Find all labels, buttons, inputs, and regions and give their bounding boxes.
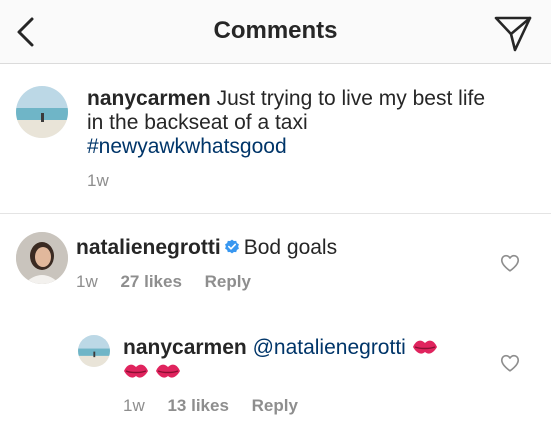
caption-text: nanycarmen Just trying to live my best l… xyxy=(87,87,487,159)
comment-body: Bod goals xyxy=(243,236,338,259)
verified-badge-icon xyxy=(224,239,239,254)
avatar[interactable] xyxy=(16,232,68,284)
comment-timestamp: 1w xyxy=(123,396,145,415)
heart-icon[interactable] xyxy=(499,252,521,274)
beach-avatar-image xyxy=(16,86,68,138)
comment-text: nanycarmen @natalienegrotti xyxy=(123,336,463,384)
portrait-avatar-image xyxy=(16,232,68,284)
comment-item: natalienegrotti Bod goals 1w 27 likes Re… xyxy=(0,216,551,306)
comment-username[interactable]: nanycarmen xyxy=(123,336,247,359)
heart-icon[interactable] xyxy=(499,352,521,374)
caption-timestamp: 1w xyxy=(87,171,109,190)
avatar[interactable] xyxy=(16,86,68,138)
caption-username[interactable]: nanycarmen xyxy=(87,87,211,110)
comment-meta: 1w 13 likes Reply xyxy=(123,396,316,416)
comment-username[interactable]: natalienegrotti xyxy=(76,236,221,259)
comment-meta: 1w 27 likes Reply xyxy=(76,272,269,292)
reply-button[interactable]: Reply xyxy=(252,396,298,415)
page-title: Comments xyxy=(213,17,338,44)
reply-button[interactable]: Reply xyxy=(205,272,251,291)
kiss-mark-icon xyxy=(412,340,437,354)
hashtag-link[interactable]: #newyawkwhatsgood xyxy=(87,135,287,158)
send-icon xyxy=(494,16,532,52)
kiss-mark-icon xyxy=(156,364,180,378)
reply-item: nanycarmen @natalienegrotti 1w 13 likes … xyxy=(0,322,551,432)
share-button[interactable] xyxy=(493,13,533,53)
likes-count[interactable]: 13 likes xyxy=(167,396,228,415)
avatar[interactable] xyxy=(78,335,110,367)
kiss-mark-icon xyxy=(124,364,148,378)
post-caption: nanycarmen Just trying to live my best l… xyxy=(0,64,551,214)
comment-text: natalienegrotti Bod goals xyxy=(76,236,337,260)
comment-timestamp: 1w xyxy=(76,272,98,291)
beach-avatar-image xyxy=(78,335,110,367)
likes-count[interactable]: 27 likes xyxy=(120,272,181,291)
caption-meta: 1w xyxy=(87,171,127,191)
comments-header: Comments xyxy=(0,0,551,64)
mention-link[interactable]: @natalienegrotti xyxy=(253,336,406,359)
